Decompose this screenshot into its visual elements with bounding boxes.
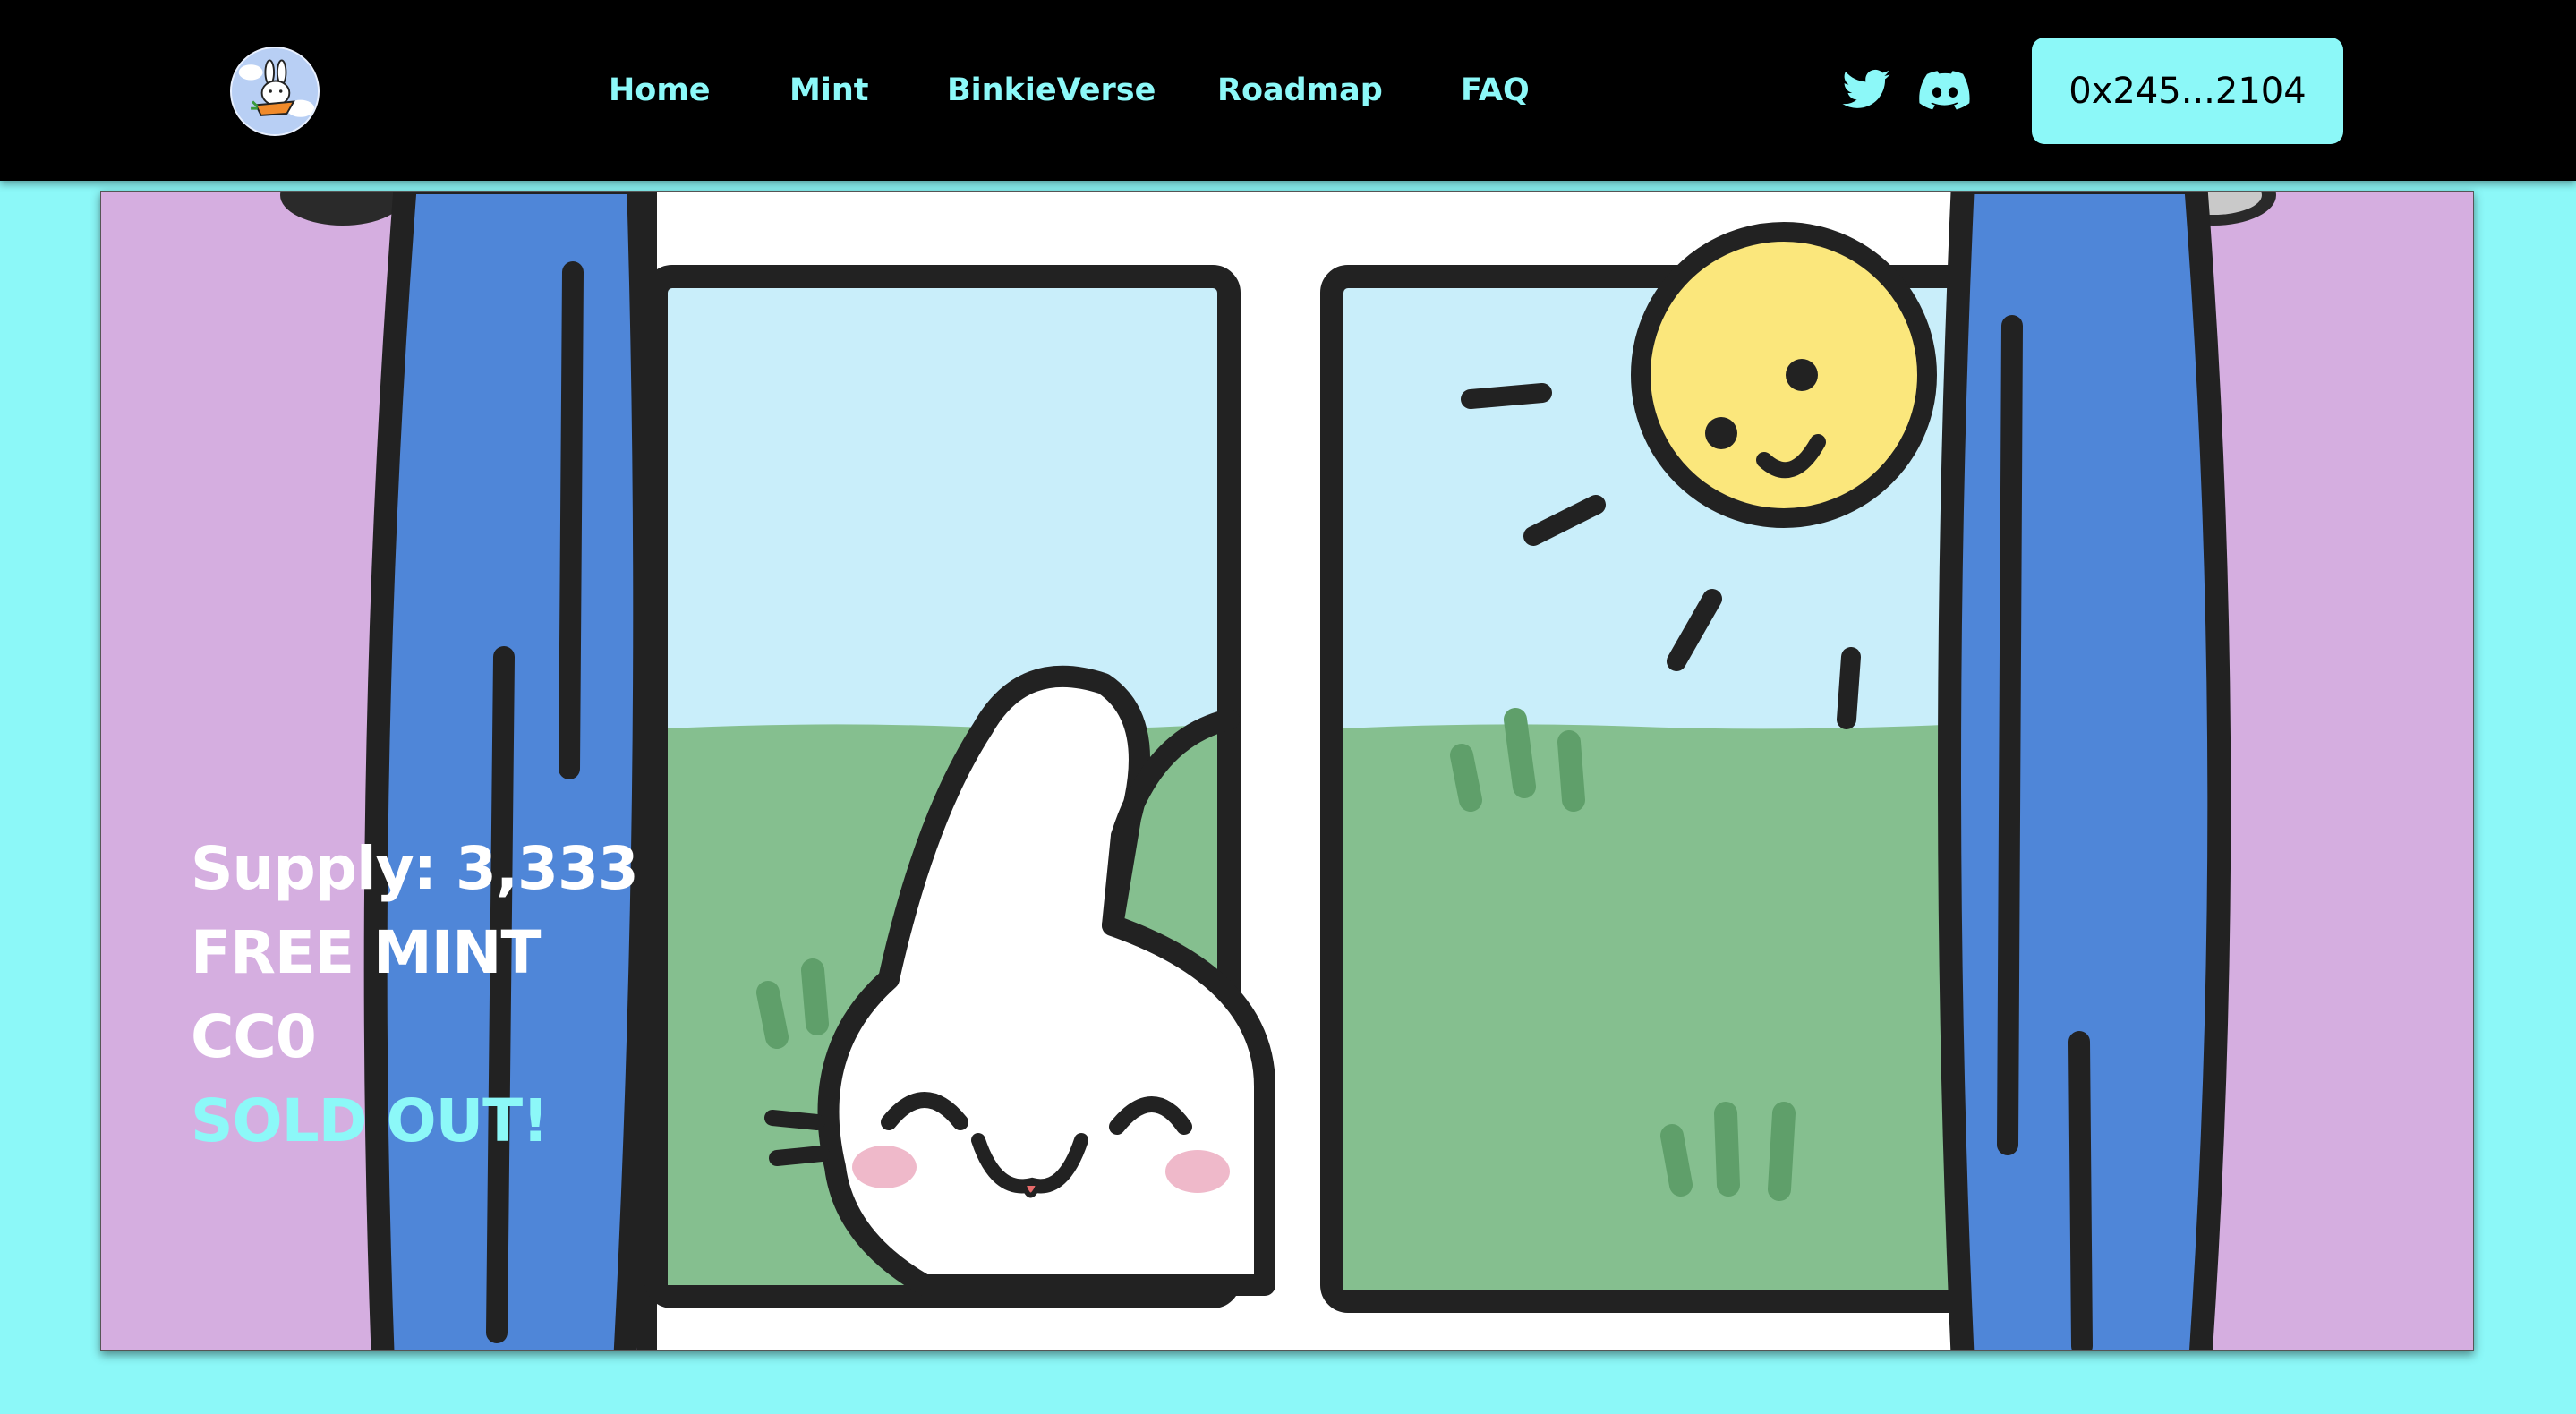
discord-icon[interactable] xyxy=(1919,64,1971,116)
free-mint-text: FREE MINT xyxy=(191,918,542,987)
top-nav-bar: Home Mint BinkieVerse Roadmap FAQ 0x245.… xyxy=(0,0,2576,181)
hero-banner: Supply: 3,333 FREE MINT CC0 SOLD OUT! xyxy=(100,191,2474,1351)
bunny-window-illustration xyxy=(101,192,2473,1350)
wallet-address-button[interactable]: 0x245...2104 xyxy=(2032,38,2343,144)
supply-text: Supply: 3,333 xyxy=(191,834,639,903)
hero-info: Supply: 3,333 FREE MINT CC0 SOLD OUT! xyxy=(191,827,639,1163)
license-text: CC0 xyxy=(191,1002,317,1071)
nav-binkieverse-link[interactable]: BinkieVerse xyxy=(947,70,1156,111)
twitter-icon[interactable] xyxy=(1840,64,1892,116)
nav-faq-link[interactable]: FAQ xyxy=(1461,70,1530,111)
nav-roadmap-link[interactable]: Roadmap xyxy=(1217,70,1383,111)
nav-mint-link[interactable]: Mint xyxy=(789,70,868,111)
nav-home-link[interactable]: Home xyxy=(609,70,711,111)
sold-out-text: SOLD OUT! xyxy=(191,1086,549,1155)
